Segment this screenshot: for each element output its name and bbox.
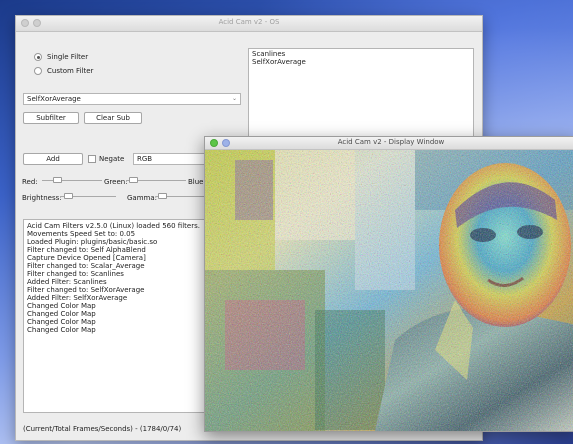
subfilter-button[interactable]: Subfilter (23, 112, 79, 124)
green-slider-thumb[interactable] (129, 177, 138, 183)
list-item[interactable]: Scanlines (252, 50, 470, 58)
log-line: Changed Color Map (27, 310, 96, 318)
display-titlebar[interactable]: Acid Cam v2 - Display Window (205, 137, 573, 150)
log-line: Acid Cam Filters v2.5.0 (Linux) loaded 5… (27, 222, 200, 230)
green-label: Green: (104, 178, 128, 186)
log-line: Capture Device Opened [Camera] (27, 254, 146, 262)
negate-checkbox[interactable]: Negate (88, 155, 124, 163)
radio-button[interactable] (34, 53, 42, 61)
chevron-down-icon: ⌄ (231, 95, 237, 102)
display-window-title: Acid Cam v2 - Display Window (337, 138, 445, 146)
radio-custom-filter[interactable]: Custom Filter (34, 67, 93, 75)
radio-single-filter[interactable]: Single Filter (34, 53, 88, 61)
brightness-label: Brightness: (22, 194, 62, 202)
status-text: (Current/Total Frames/Seconds) - (1784/0… (23, 425, 182, 433)
log-line: Filter changed to: Scanlines (27, 270, 124, 278)
filter-select[interactable]: SelfXorAverage ⌄ (23, 93, 241, 105)
log-line: Loaded Plugin: plugins/basic/basic.so (27, 238, 158, 246)
main-titlebar[interactable]: Acid Cam v2 - OS (16, 16, 482, 32)
log-line: Added Filter: SelfXorAverage (27, 294, 128, 302)
negate-label: Negate (99, 155, 125, 163)
radio-label: Custom Filter (47, 67, 94, 75)
clear-sub-button[interactable]: Clear Sub (84, 112, 142, 124)
color-mode-select[interactable]: RGB (133, 153, 205, 165)
red-slider-track[interactable] (42, 180, 102, 181)
log-line: Added Filter: Scanlines (27, 278, 107, 286)
log-line: Changed Color Map (27, 302, 96, 310)
list-item[interactable]: SelfXorAverage (252, 58, 470, 66)
red-slider-thumb[interactable] (53, 177, 62, 183)
window-title: Acid Cam v2 - OS (218, 18, 280, 26)
brightness-slider-thumb[interactable] (64, 193, 73, 199)
gamma-slider-thumb[interactable] (158, 193, 167, 199)
display-window: Acid Cam v2 - Display Window (204, 136, 573, 432)
filter-select-value: SelfXorAverage (27, 95, 81, 103)
checkbox[interactable] (88, 155, 96, 163)
log-line: Filter changed to: Scalar_Average (27, 262, 145, 270)
log-line: Filter changed to: Self AlphaBlend (27, 246, 146, 254)
log-line: Changed Color Map (27, 326, 96, 334)
log-line: Filter changed to: SelfXorAverage (27, 286, 145, 294)
gamma-label: Gamma: (127, 194, 157, 202)
red-label: Red: (22, 178, 38, 186)
radio-button[interactable] (34, 67, 42, 75)
log-line: Changed Color Map (27, 318, 96, 326)
log-output[interactable]: Acid Cam Filters v2.5.0 (Linux) loaded 5… (23, 219, 220, 413)
add-button[interactable]: Add (23, 153, 83, 165)
camera-feed-image (205, 150, 573, 431)
radio-label: Single Filter (47, 53, 89, 61)
log-line: Movements Speed Set to: 0.05 (27, 230, 136, 238)
